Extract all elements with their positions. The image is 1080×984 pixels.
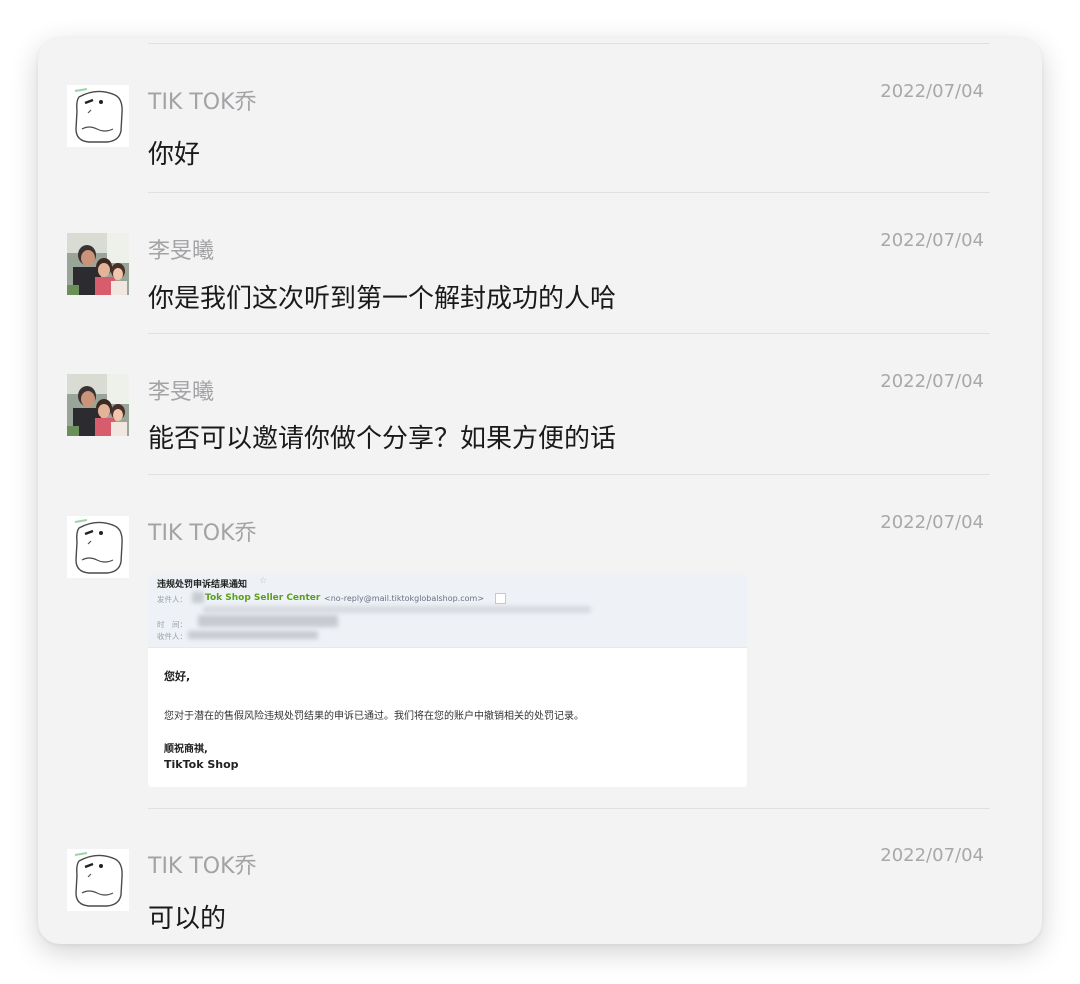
- divider: [148, 808, 990, 809]
- divider: [148, 192, 990, 193]
- redacted-block: [188, 631, 318, 639]
- message-date: 2022/07/04: [880, 81, 984, 102]
- email-sender-name: Tok Shop Seller Center: [205, 593, 321, 603]
- message-date: 2022/07/04: [880, 371, 984, 392]
- star-icon: ☆: [259, 576, 268, 586]
- sender-name: TIK TOK乔: [148, 854, 257, 879]
- divider: [148, 474, 990, 475]
- email-body: 您好, 您对于潜在的售假风险违规处罚结果的申诉已通过。我们将在您的账户中撤销相关…: [148, 647, 747, 787]
- sender-name: 李旻曦: [148, 239, 215, 264]
- checkbox-icon: [495, 593, 506, 604]
- divider: [148, 43, 990, 44]
- sender-name: 李旻曦: [148, 380, 215, 405]
- email-header: 违规处罚申诉结果通知 ☆ 发件人： Tok Shop Seller Center…: [148, 573, 747, 647]
- message-text: 可以的: [148, 904, 227, 934]
- message-text: 能否可以邀请你做个分享？如果方便的话: [148, 424, 617, 454]
- family-photo-avatar[interactable]: [67, 233, 129, 295]
- polar-bear-avatar-icon[interactable]: [67, 516, 129, 578]
- sender-name: TIK TOK乔: [148, 90, 257, 115]
- email-sender-address: <no-reply@mail.tiktokglobalshop.com>: [324, 594, 485, 603]
- message-date: 2022/07/04: [880, 230, 984, 251]
- polar-bear-avatar-icon[interactable]: [67, 85, 129, 147]
- email-from-label: 发件人：: [157, 595, 187, 604]
- email-time-label: 时 间：: [157, 620, 187, 629]
- message-date: 2022/07/04: [880, 512, 984, 533]
- email-closing: 顺祝商祺,: [164, 744, 208, 755]
- divider: [148, 333, 990, 334]
- redacted-block: [198, 615, 338, 627]
- email-body-text: 您对于潜在的售假风险违规处罚结果的申诉已通过。我们将在您的账户中撤销相关的处罚记…: [164, 711, 584, 722]
- redacted-block: [192, 592, 204, 603]
- email-greeting: 您好,: [164, 670, 191, 683]
- family-photo-avatar[interactable]: [67, 374, 129, 436]
- redacted-block: [203, 606, 591, 613]
- email-subject: 违规处罚申诉结果通知: [157, 580, 248, 590]
- email-screenshot-image[interactable]: 违规处罚申诉结果通知 ☆ 发件人： Tok Shop Seller Center…: [148, 573, 747, 787]
- chat-card: TIK TOK乔 2022/07/04 你好 李旻曦 2022/07/04 你是…: [38, 38, 1042, 944]
- email-to-label: 收件人：: [157, 632, 187, 641]
- email-signature: TikTok Shop: [164, 758, 239, 771]
- message-text: 你好: [148, 140, 201, 170]
- sender-name: TIK TOK乔: [148, 521, 257, 546]
- message-date: 2022/07/04: [880, 845, 984, 866]
- message-text: 你是我们这次听到第一个解封成功的人哈: [148, 284, 617, 314]
- polar-bear-avatar-icon[interactable]: [67, 849, 129, 911]
